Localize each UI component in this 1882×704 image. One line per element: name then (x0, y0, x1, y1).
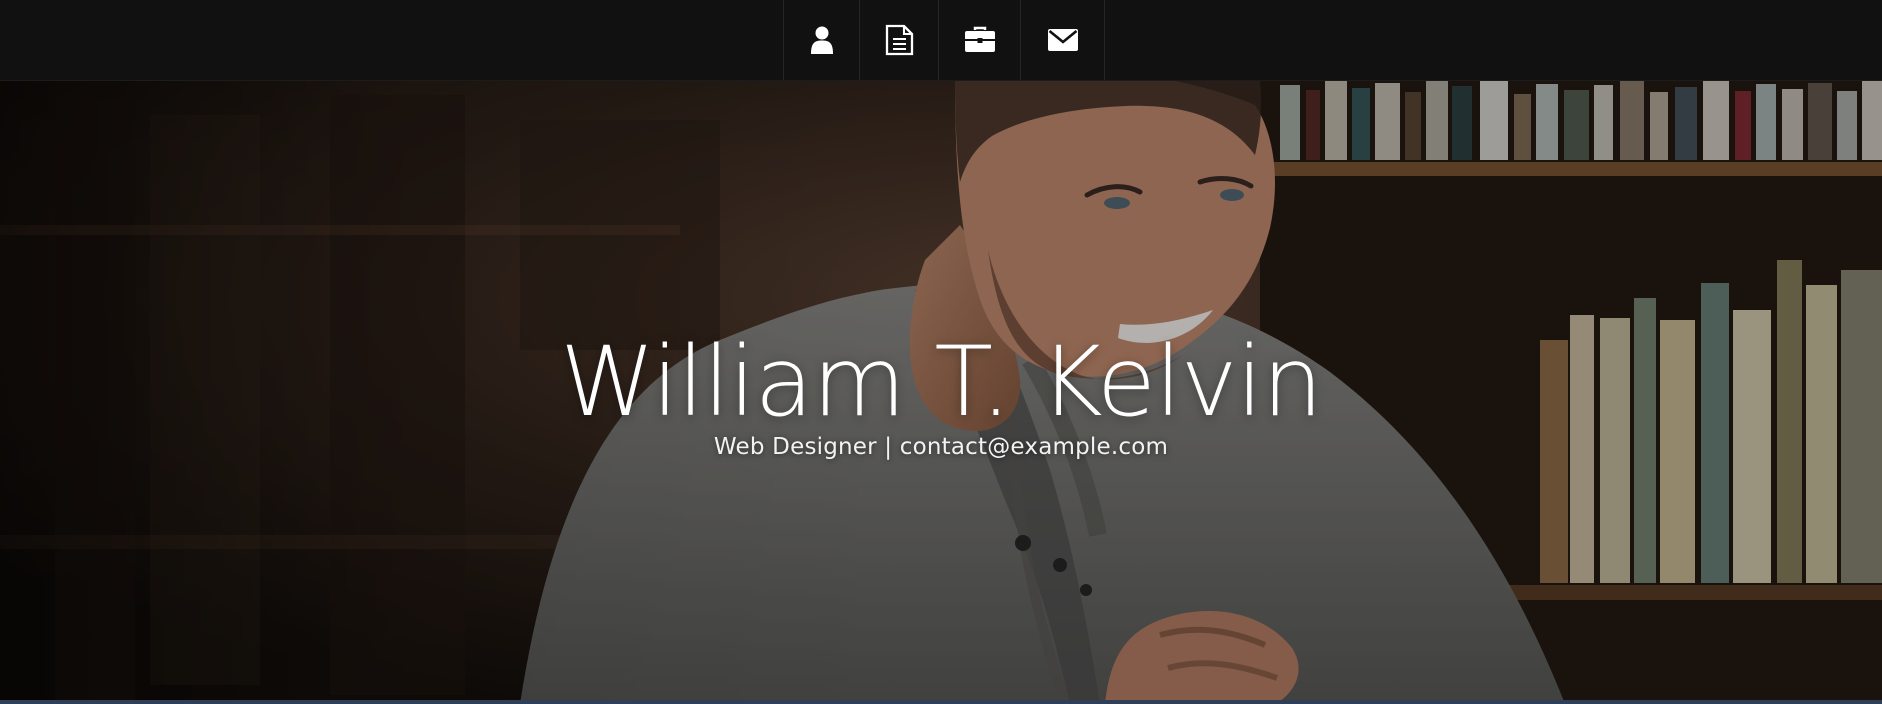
profile-page: William T. Kelvin Web Designer | contact… (0, 0, 1882, 704)
icon-navigation (783, 0, 1105, 80)
envelope-icon (1046, 26, 1080, 54)
nav-user-button[interactable] (784, 0, 860, 80)
nav-portfolio-button[interactable] (939, 0, 1021, 80)
hero-section: William T. Kelvin Web Designer | contact… (0, 80, 1882, 704)
user-icon (810, 25, 834, 55)
top-navigation-bar (0, 0, 1882, 81)
nav-contact-button[interactable] (1021, 0, 1105, 80)
document-icon (885, 24, 914, 56)
hero-bottom-edge (0, 700, 1882, 704)
hero-subtitle: Web Designer | contact@example.com (713, 434, 1169, 460)
nav-resume-button[interactable] (860, 0, 939, 80)
briefcase-icon (963, 26, 997, 54)
hero-name: William T. Kelvin (560, 326, 1323, 439)
